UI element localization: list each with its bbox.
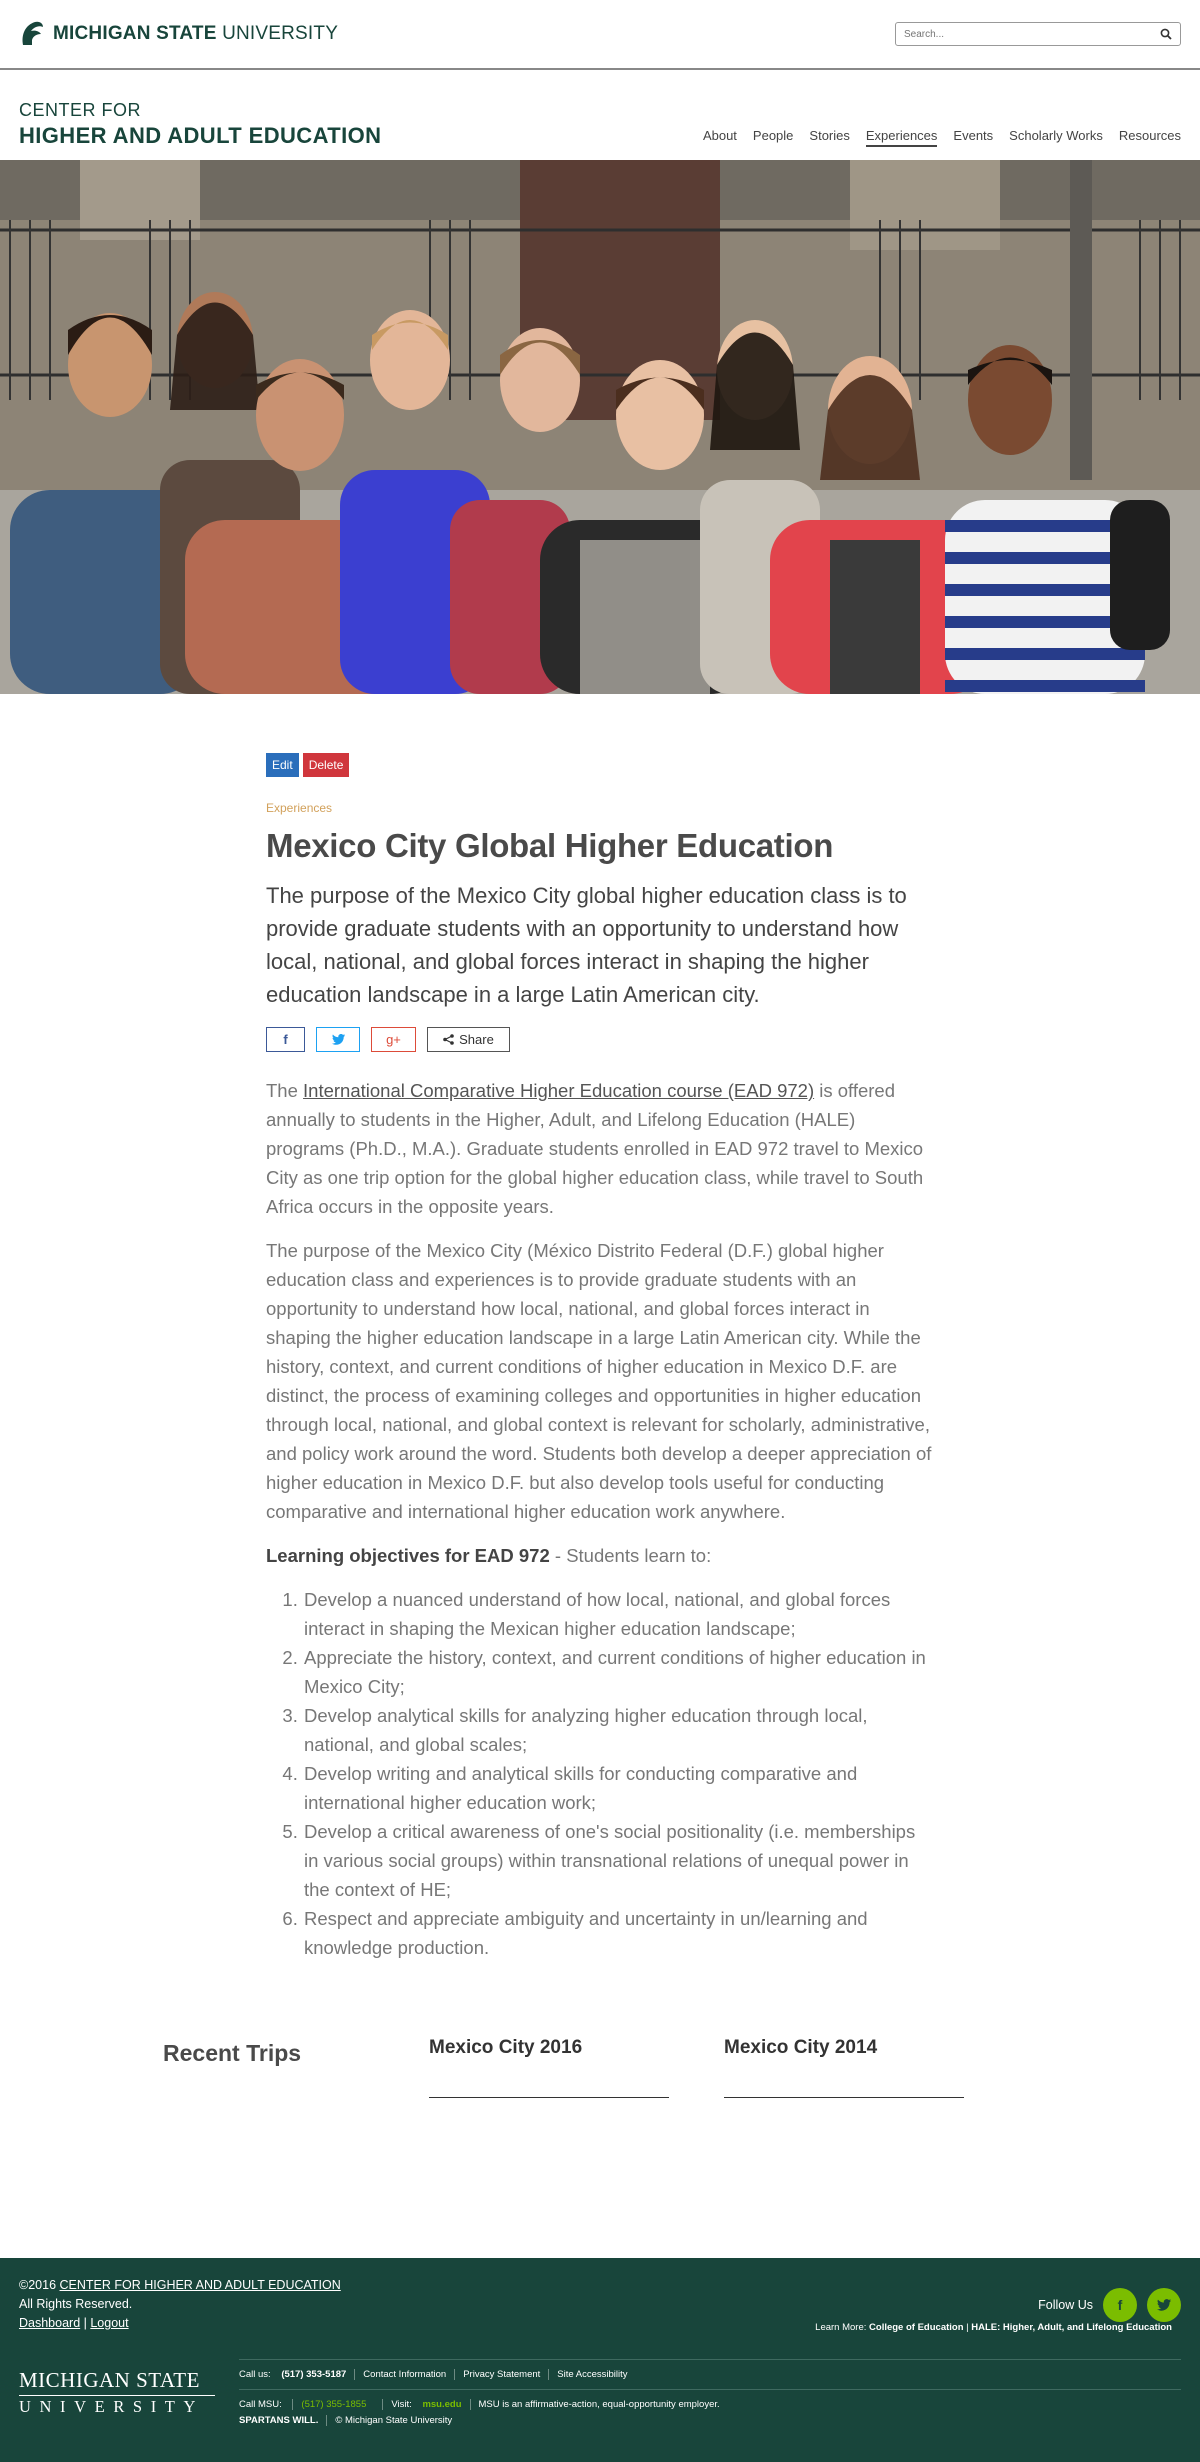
trip-title[interactable]: Mexico City 2014	[724, 2037, 964, 2059]
share-google-plus-button[interactable]: g+	[371, 1027, 416, 1052]
nav-events[interactable]: Events	[953, 128, 993, 147]
copyright: ©2016 CENTER FOR HIGHER AND ADULT EDUCAT…	[19, 2278, 341, 2330]
coe-link[interactable]: College of Education	[869, 2322, 963, 2333]
trip-card[interactable]: Mexico City 2016	[429, 2037, 669, 2098]
objectives-list: Develop a nuanced understand of how loca…	[266, 1585, 934, 1962]
center-footer-link[interactable]: CENTER FOR HIGHER AND ADULT EDUCATION	[60, 2278, 341, 2292]
search-input[interactable]	[904, 28, 1144, 40]
nav-people[interactable]: People	[753, 128, 793, 147]
msu-footer-logo[interactable]: MICHIGAN STATE UNIVERSITY	[19, 2368, 218, 2426]
article-lede: The purpose of the Mexico City global hi…	[266, 883, 907, 1007]
category-link[interactable]: Experiences	[266, 801, 934, 815]
edit-button[interactable]: Edit	[266, 753, 299, 777]
article: Edit Delete Experiences Mexico City Glob…	[266, 694, 934, 1962]
hero-group-photo	[0, 160, 1200, 694]
hale-link[interactable]: HALE: Higher, Adult, and Lifelong Educat…	[971, 2322, 1172, 2333]
list-item: Develop writing and analytical skills fo…	[303, 1759, 934, 1817]
list-item: Develop a nuanced understand of how loca…	[303, 1585, 934, 1643]
search-icon[interactable]	[1160, 28, 1172, 40]
footer-twitter-icon[interactable]	[1147, 2287, 1181, 2322]
site-header: CENTER FOR HIGHER AND ADULT EDUCATION Ab…	[0, 70, 1200, 160]
list-item: Develop analytical skills for analyzing …	[303, 1701, 934, 1759]
learn-more: Learn More: College of Education | HALE:…	[815, 2322, 1172, 2333]
share-facebook-button[interactable]: f	[266, 1027, 305, 1052]
rights-text: All Rights Reserved.	[19, 2297, 133, 2311]
center-title-line2: HIGHER AND ADULT EDUCATION	[19, 123, 382, 148]
body-paragraph-1: The International Comparative Higher Edu…	[266, 1080, 924, 1217]
msu-edu-link[interactable]: msu.edu	[422, 2399, 461, 2410]
nav-about[interactable]: About	[703, 128, 737, 147]
footer: ©2016 CENTER FOR HIGHER AND ADULT EDUCAT…	[0, 2258, 1200, 2462]
logo-light: UNIVERSITY	[216, 23, 339, 44]
msu-logo[interactable]: MICHIGAN STATE UNIVERSITY	[19, 19, 338, 49]
recent-trips-title: Recent Trips	[163, 2040, 302, 2066]
dashboard-link[interactable]: Dashboard	[19, 2316, 80, 2330]
center-title[interactable]: CENTER FOR HIGHER AND ADULT EDUCATION	[19, 100, 381, 149]
privacy-link[interactable]: Privacy Statement	[454, 2369, 548, 2380]
article-body: The International Comparative Higher Edu…	[266, 1076, 934, 1962]
admin-buttons: Edit Delete	[266, 753, 934, 777]
nav-experiences[interactable]: Experiences	[865, 128, 938, 147]
trip-title[interactable]: Mexico City 2016	[429, 2037, 669, 2059]
logo-bold: MICHIGAN STATE	[53, 23, 217, 44]
follow-us-label: Follow Us	[1038, 2297, 1093, 2312]
main-nav: About People Stories Experiences Events …	[687, 128, 1181, 147]
call-us-number[interactable]: (517) 353-5187	[281, 2369, 346, 2380]
facebook-icon: f	[283, 1032, 288, 1047]
footer-links: Call us: (517) 353-5187 Contact Informat…	[239, 2359, 1181, 2426]
footer-facebook-icon[interactable]: f	[1103, 2287, 1137, 2322]
top-bar: MICHIGAN STATE UNIVERSITY	[0, 0, 1200, 70]
spartans-will: SPARTANS WILL.	[239, 2415, 319, 2426]
call-msu-number[interactable]: (517) 355-1855	[292, 2399, 375, 2410]
search-box[interactable]	[895, 22, 1181, 46]
spartan-helmet-icon	[22, 21, 43, 45]
share-button[interactable]: Share	[427, 1027, 510, 1052]
nav-scholarly-works[interactable]: Scholarly Works	[1009, 128, 1103, 147]
eeo-text: MSU is an affirmative-action, equal-oppo…	[469, 2399, 728, 2410]
nav-resources[interactable]: Resources	[1119, 128, 1181, 147]
ead-972-course-link[interactable]: International Comparative Higher Educati…	[303, 1080, 814, 1101]
objectives-heading: Learning objectives for EAD 972 - Studen…	[266, 1545, 712, 1566]
share-twitter-button[interactable]	[316, 1027, 360, 1052]
list-item: Develop a critical awareness of one's so…	[303, 1817, 934, 1904]
contact-link[interactable]: Contact Information	[354, 2369, 454, 2380]
google-plus-icon: g+	[386, 1032, 401, 1047]
body-paragraph-2: The purpose of the Mexico City (México D…	[266, 1240, 932, 1522]
accessibility-link[interactable]: Site Accessibility	[548, 2369, 635, 2380]
list-item: Appreciate the history, context, and cur…	[303, 1643, 934, 1701]
page-title: Mexico City Global Higher Education	[266, 827, 834, 864]
share-row: f g+ Share	[266, 1027, 934, 1052]
msu-copyright: © Michigan State University	[326, 2415, 460, 2426]
logout-link[interactable]: Logout	[90, 2316, 128, 2330]
list-item: Respect and appreciate ambiguity and unc…	[303, 1904, 934, 1962]
nav-stories[interactable]: Stories	[809, 128, 849, 147]
trip-card[interactable]: Mexico City 2014	[724, 2037, 964, 2098]
share-label: Share	[459, 1032, 494, 1047]
share-icon	[443, 1034, 454, 1045]
recent-trips: Recent Trips Mexico City 2016 Mexico Cit…	[73, 2037, 1127, 2187]
twitter-icon	[331, 1034, 345, 1045]
center-title-line1: CENTER FOR	[19, 100, 141, 120]
delete-button[interactable]: Delete	[302, 753, 350, 777]
